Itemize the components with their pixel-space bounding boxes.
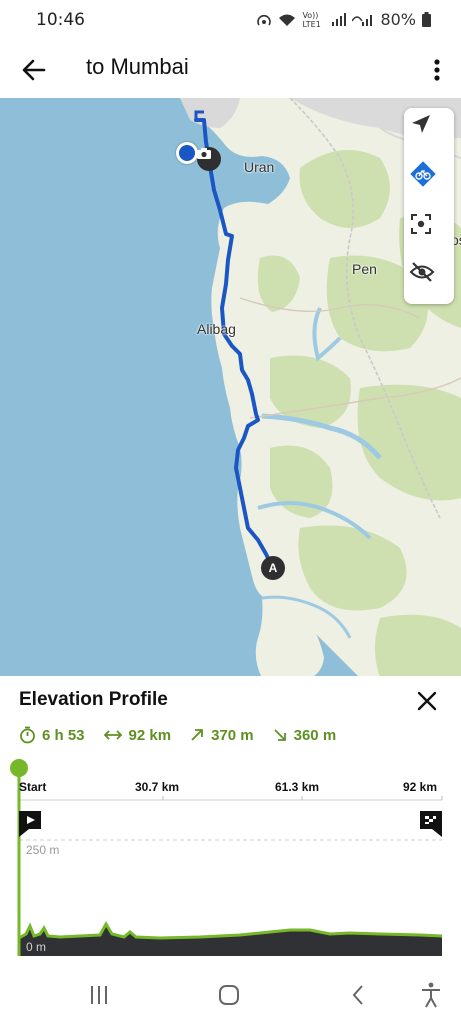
elevation-area bbox=[19, 924, 442, 956]
eye-off-icon bbox=[409, 262, 435, 282]
camera-icon bbox=[197, 148, 211, 159]
start-flag-icon bbox=[19, 811, 41, 837]
finish-flag-icon bbox=[420, 811, 442, 837]
map-controls bbox=[404, 108, 454, 304]
network-label: Vo)) LTE1 bbox=[302, 10, 321, 29]
wifi-icon bbox=[279, 14, 296, 26]
y-top-label: 250 m bbox=[26, 843, 60, 857]
start-marker[interactable]: A bbox=[261, 556, 285, 580]
system-back-button[interactable] bbox=[341, 980, 375, 1010]
axis-end-label: 92 km bbox=[403, 780, 438, 794]
map-label-alibag: Alibag bbox=[197, 321, 236, 337]
home-icon bbox=[219, 985, 239, 1005]
map-label-uran: Uran bbox=[244, 159, 275, 175]
axis-mid1-label: 30.7 km bbox=[135, 780, 180, 794]
arrow-left-icon bbox=[22, 59, 46, 81]
map-canvas bbox=[180, 98, 461, 678]
signal-2-icon bbox=[352, 15, 373, 26]
distance-arrows-icon bbox=[103, 730, 122, 740]
distance-value: 92 km bbox=[128, 726, 172, 744]
ascent-arrow-icon bbox=[191, 729, 203, 741]
elevation-profile-svg bbox=[10, 759, 443, 956]
sheet-title: Elevation Profile bbox=[19, 689, 168, 710]
ascent-value: 370 m bbox=[211, 726, 254, 744]
signal-icon bbox=[332, 13, 347, 26]
more-vert-icon bbox=[434, 59, 440, 81]
back-button[interactable] bbox=[16, 52, 52, 88]
recents-icon bbox=[91, 986, 107, 1004]
descent-value: 360 m bbox=[293, 726, 337, 744]
focus-button[interactable] bbox=[409, 212, 449, 252]
system-nav-bar bbox=[0, 966, 461, 1024]
stat-distance: 92 km bbox=[103, 726, 172, 744]
axis-mid2-label: 61.3 km bbox=[275, 780, 320, 794]
hide-overlay-button[interactable] bbox=[409, 260, 449, 300]
close-icon bbox=[417, 691, 437, 711]
bicycle-sign-icon bbox=[410, 161, 436, 187]
accessibility-button[interactable] bbox=[414, 980, 448, 1010]
accessibility-icon bbox=[422, 982, 440, 1008]
current-location-marker[interactable] bbox=[176, 142, 198, 164]
battery-percent: 80% bbox=[380, 10, 416, 29]
navigation-arrow-icon bbox=[412, 115, 430, 133]
stat-duration: 6 h 53 bbox=[19, 726, 85, 744]
photo-marker[interactable] bbox=[197, 147, 221, 171]
chevron-left-icon bbox=[352, 985, 363, 1005]
elevation-profile-chart[interactable]: Start 30.7 km 61.3 km 92 km 250 m 0 m bbox=[0, 756, 461, 966]
status-icons: Vo)) LTE1 80% bbox=[256, 10, 431, 29]
app-bar: to Mumbai bbox=[0, 40, 461, 98]
duration-value: 6 h 53 bbox=[42, 726, 85, 744]
timer-icon bbox=[20, 726, 35, 744]
descent-arrow-icon bbox=[273, 729, 286, 741]
battery-icon bbox=[422, 12, 431, 27]
map-view[interactable]: Uran Pen Alibag vos A bbox=[0, 98, 461, 678]
recent-apps-button[interactable] bbox=[82, 980, 116, 1010]
map-label-pen: Pen bbox=[352, 261, 377, 277]
route-stats: 6 h 53 92 km 370 m 360 m bbox=[19, 726, 336, 744]
home-button[interactable] bbox=[212, 980, 246, 1010]
stat-descent: 360 m bbox=[272, 726, 337, 744]
status-bar: 10:46 Vo)) LTE1 80% bbox=[0, 0, 461, 40]
hotspot-icon bbox=[257, 14, 272, 25]
center-focus-icon bbox=[411, 214, 431, 234]
y-bottom-label: 0 m bbox=[26, 940, 47, 954]
close-button[interactable] bbox=[412, 686, 442, 716]
position-indicator-dot bbox=[10, 759, 28, 777]
bike-layer-button[interactable] bbox=[409, 160, 449, 200]
more-options-button[interactable] bbox=[427, 52, 447, 88]
locate-button[interactable] bbox=[409, 112, 449, 152]
stat-ascent: 370 m bbox=[189, 727, 254, 744]
status-time: 10:46 bbox=[36, 10, 85, 30]
axis-start-label: Start bbox=[19, 780, 47, 794]
page-title: to Mumbai bbox=[86, 54, 189, 79]
